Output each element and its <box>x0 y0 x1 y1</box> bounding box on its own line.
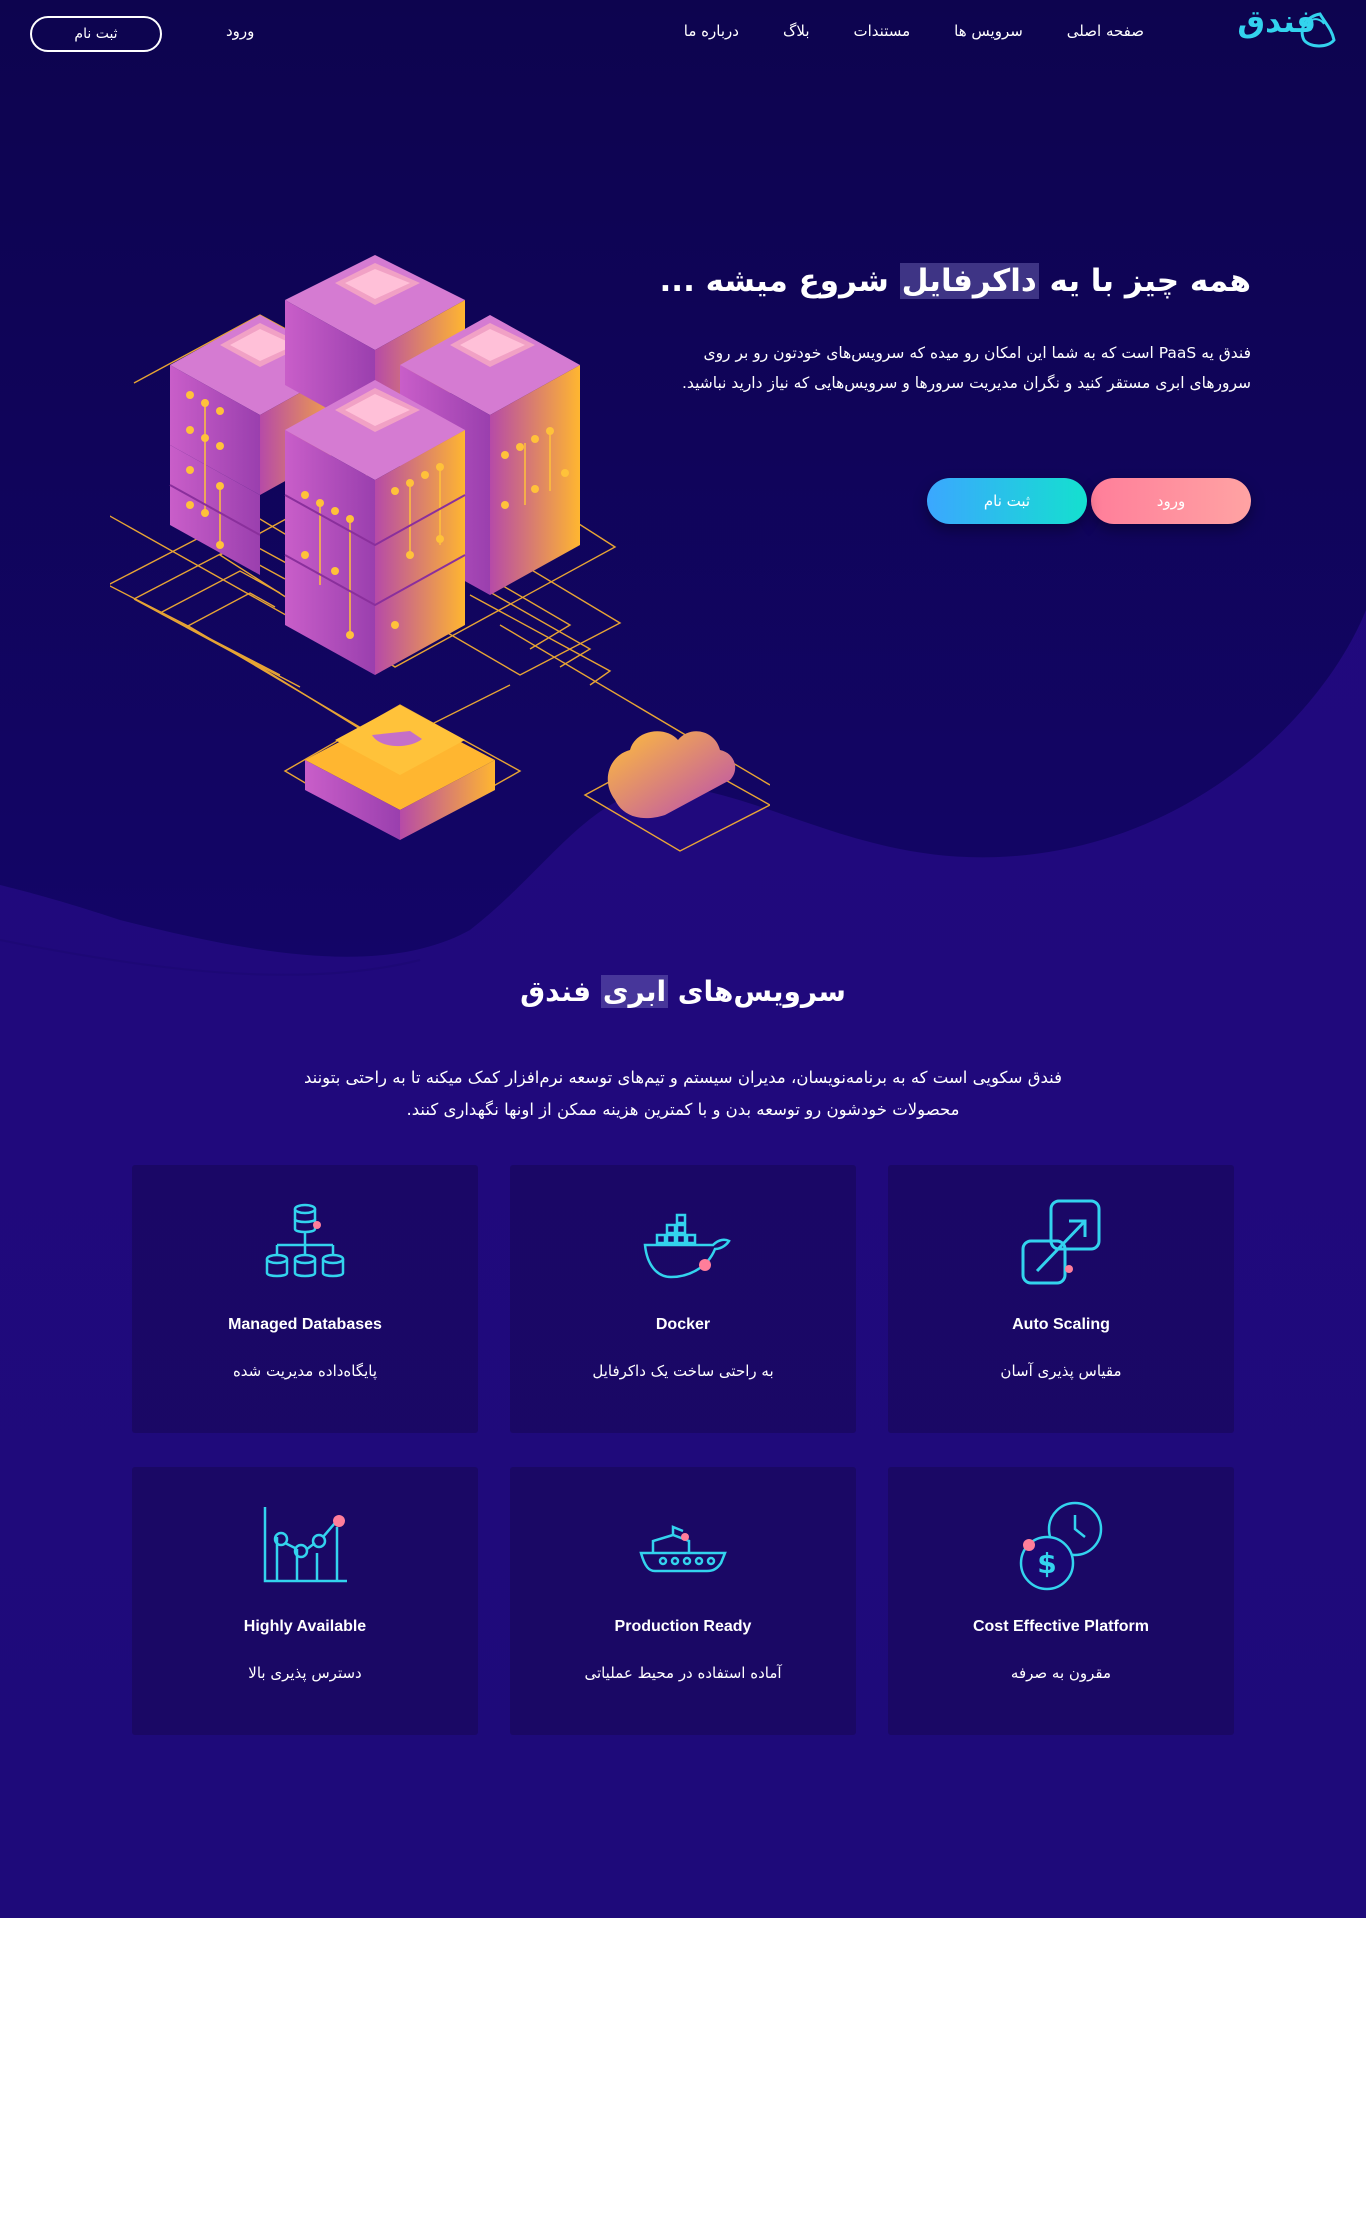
database-icon <box>265 1203 345 1278</box>
service-card-title: Auto Scaling <box>1012 1316 1110 1333</box>
services-title-highlight: ابری <box>600 975 669 1008</box>
chart-line-icon <box>263 1507 347 1583</box>
page-background: فندق صفحه اصلی سرویس ها مستندات بلاگ درب… <box>0 0 1366 1918</box>
nav-item-services[interactable]: سرویس ها <box>954 22 1023 40</box>
service-card-subtitle: به راحتی ساخت یک داکرفایل <box>592 1362 774 1380</box>
hero-signup-button[interactable]: ثبت نام <box>927 478 1087 524</box>
ship-icon <box>639 1525 727 1573</box>
service-card-title: Docker <box>655 1316 711 1333</box>
nav-item-blog[interactable]: بلاگ <box>783 22 810 40</box>
service-card-managed-databases[interactable]: Managed Databases پایگاه‌داده مدیریت شده <box>132 1165 478 1433</box>
service-card-docker[interactable]: Docker به راحتی ساخت یک داکرفایل <box>510 1165 856 1433</box>
server-stack-front <box>284 380 466 675</box>
dollar-clock-icon: $ <box>1019 1501 1103 1591</box>
top-navbar: فندق صفحه اصلی سرویس ها مستندات بلاگ درب… <box>0 0 1366 66</box>
service-card-title: Cost Effective Platform <box>972 1618 1150 1635</box>
service-card-title: Production Ready <box>614 1618 752 1635</box>
nav-login-link[interactable]: ورود <box>226 22 254 40</box>
hero-login-button[interactable]: ورود <box>1091 478 1251 524</box>
services-description: فندق سکویی است که به برنامه‌نویسان، مدیر… <box>303 1068 1063 1119</box>
server-cloud-illustration <box>110 255 770 852</box>
service-card-subtitle: مقیاس پذیری آسان <box>1000 1362 1122 1380</box>
hero-title-highlight: داکرفایل <box>899 263 1039 299</box>
service-card-auto-scaling[interactable]: Auto Scaling مقیاس پذیری آسان <box>888 1165 1234 1433</box>
service-card-subtitle: مقرون به صرفه <box>1010 1664 1112 1682</box>
nav-item-docs[interactable]: مستندات <box>854 22 911 40</box>
service-card-subtitle: پایگاه‌داده مدیریت شده <box>232 1362 378 1380</box>
service-card-cost-effective[interactable]: $ Cost Effective Platform مقرون به صرفه <box>888 1467 1234 1735</box>
nav-item-about[interactable]: درباره ما <box>684 22 739 40</box>
svg-text:$: $ <box>1037 1547 1056 1580</box>
service-card-highly-available[interactable]: Highly Available دسترس پذیری بالا <box>132 1467 478 1735</box>
service-card-production-ready[interactable]: Production Ready آماده استفاده در محیط ع… <box>510 1467 856 1735</box>
nav-menu: صفحه اصلی سرویس ها مستندات بلاگ درباره م… <box>640 22 1144 40</box>
services-title: سرویس‌های ابری فندق <box>520 975 846 1008</box>
cloud-shape <box>607 731 736 819</box>
service-card-subtitle: آماده استفاده در محیط عملیاتی <box>584 1664 782 1682</box>
service-card-subtitle: دسترس پذیری بالا <box>248 1664 362 1682</box>
nav-item-home[interactable]: صفحه اصلی <box>1067 22 1144 40</box>
docker-whale-icon <box>643 1213 731 1279</box>
docker-box <box>305 705 495 840</box>
logo-text[interactable]: فندق <box>1237 4 1316 40</box>
service-card-title: Highly Available <box>243 1618 367 1635</box>
service-card-title: Managed Databases <box>228 1316 382 1333</box>
nav-signup-button[interactable]: ثبت نام <box>30 16 162 52</box>
scaling-icon <box>1021 1199 1101 1285</box>
